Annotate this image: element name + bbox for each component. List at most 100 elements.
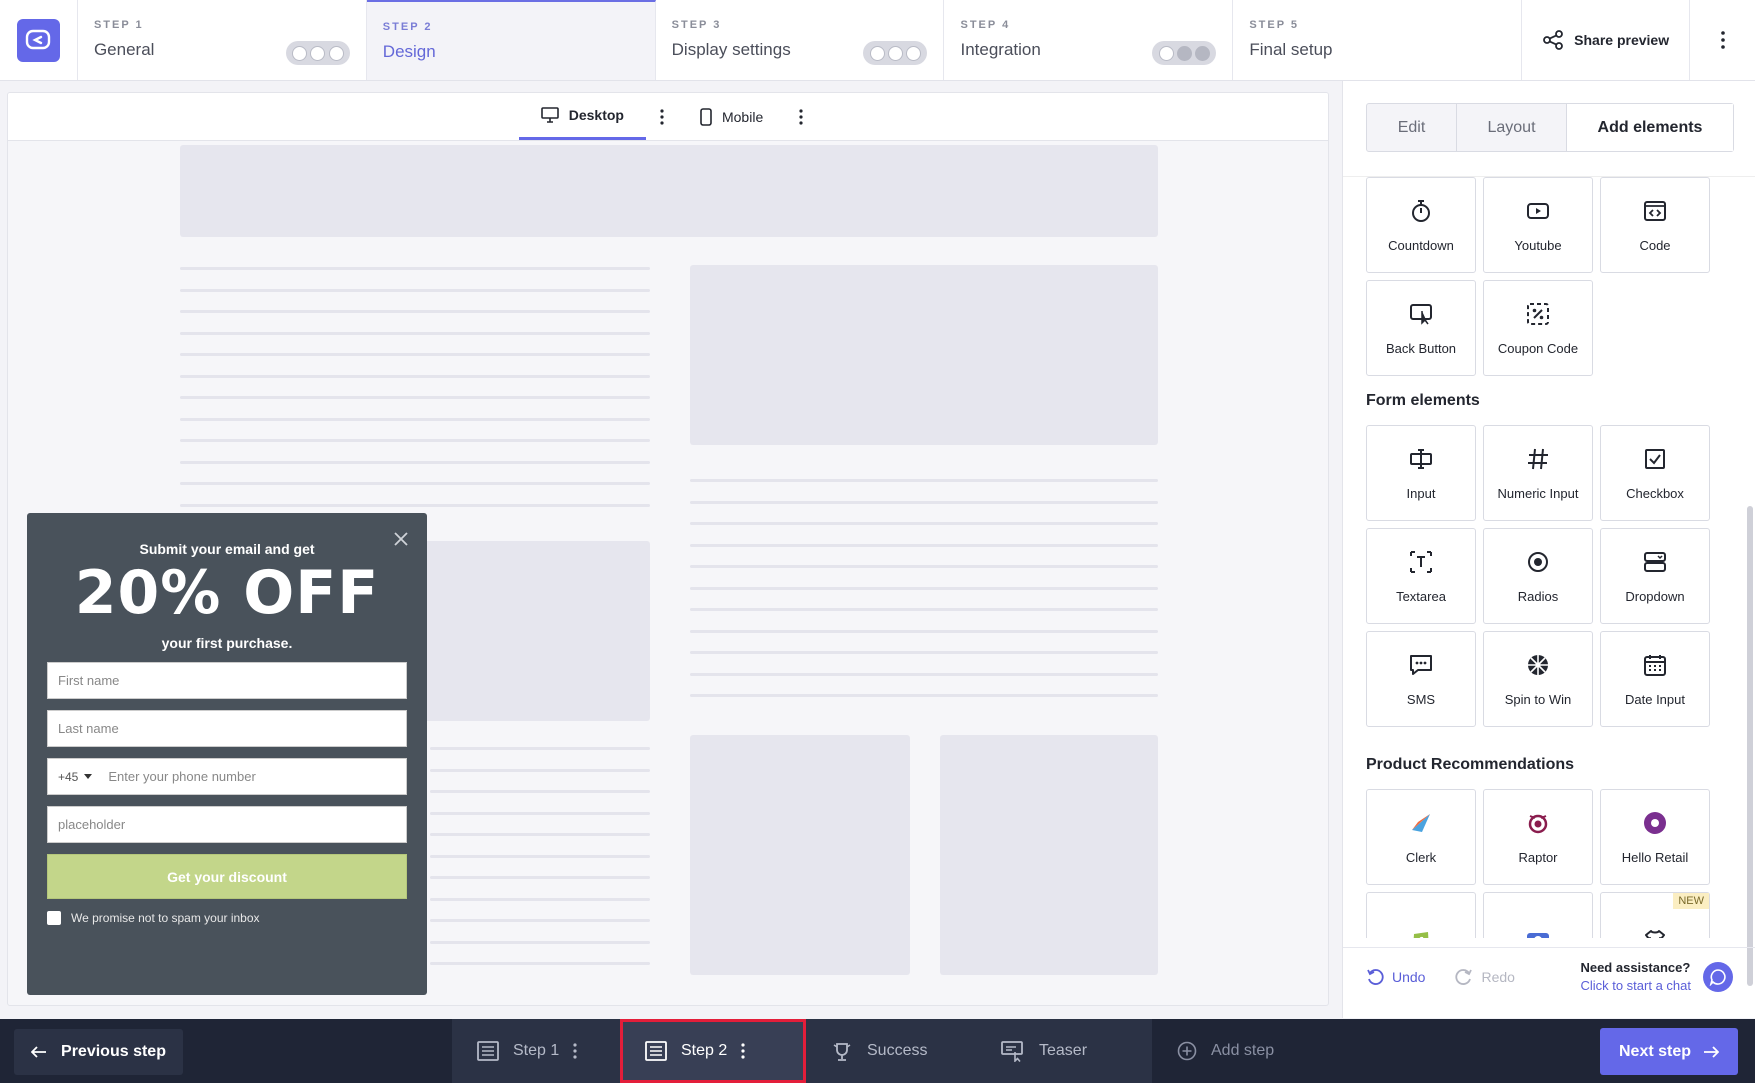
design-canvas[interactable]: Desktop Mobile Submit your email and get… <box>7 92 1329 1006</box>
step-tab-display-settings[interactable]: STEP 3 Display settings <box>656 0 945 80</box>
kebab-icon[interactable] <box>741 1043 745 1059</box>
element-coupon-code[interactable]: Coupon Code <box>1483 280 1593 376</box>
close-icon <box>394 532 408 546</box>
step-tab-final-setup[interactable]: STEP 5 Final setup <box>1233 0 1523 80</box>
shirt-icon <box>1645 930 1665 938</box>
add-step-button[interactable]: Add step <box>1152 1019 1332 1083</box>
form-elements-title: Form elements <box>1366 392 1480 409</box>
more-menu-button[interactable] <box>1690 0 1755 80</box>
tab-desktop-label: Desktop <box>568 107 624 123</box>
panel-scrollbar[interactable] <box>1747 506 1753 986</box>
placeholder-text-line <box>430 876 650 879</box>
step-tab-general[interactable]: STEP 1 General <box>78 0 367 80</box>
tab-edit[interactable]: Edit <box>1367 104 1457 151</box>
tab-layout[interactable]: Layout <box>1457 104 1567 151</box>
element-sms[interactable]: SMS <box>1366 631 1476 727</box>
element-label: Input <box>1406 485 1436 501</box>
element-back-button[interactable]: Back Button <box>1366 280 1476 376</box>
element-label: Coupon Code <box>1497 340 1579 356</box>
logo-cell[interactable] <box>0 0 78 80</box>
product-recommendations-title: Product Recommendations <box>1366 756 1575 773</box>
page-tab-step-1[interactable]: Step 1 <box>452 1019 620 1083</box>
tab-desktop[interactable]: Desktop <box>518 93 646 140</box>
share-preview-button[interactable]: Share preview <box>1522 0 1691 80</box>
youtube-icon <box>1527 202 1549 219</box>
assist-link[interactable]: Click to start a chat <box>1580 977 1691 995</box>
first-name-field[interactable]: First name <box>47 662 407 699</box>
arrow-left-icon <box>31 1046 47 1058</box>
kebab-icon[interactable] <box>573 1043 577 1059</box>
page-tab-teaser[interactable]: Teaser <box>976 1019 1152 1083</box>
element-new-product[interactable]: NEW <box>1600 892 1710 938</box>
step-number: STEP 1 <box>93 19 144 31</box>
element-clerk[interactable]: Clerk <box>1366 789 1476 885</box>
placeholder-text-line <box>690 629 1158 633</box>
element-code[interactable]: Code <box>1600 177 1710 273</box>
tab-add-elements[interactable]: Add elements <box>1567 104 1733 151</box>
plus-circle-icon <box>1177 1041 1197 1061</box>
undo-icon <box>1367 968 1384 985</box>
placeholder-text-line <box>690 608 1158 611</box>
last-name-placeholder: Last name <box>58 721 119 736</box>
undo-button[interactable]: Undo <box>1366 968 1425 986</box>
placeholder-text-line <box>430 940 650 944</box>
kebab-icon <box>799 108 803 125</box>
page-tab-step-2[interactable]: Step 2 <box>620 1019 806 1083</box>
step-number: STEP 4 <box>960 19 1011 31</box>
element-dropdown[interactable]: Dropdown <box>1600 528 1710 624</box>
assistance-text[interactable]: Need assistance? Click to start a chat <box>1580 959 1691 995</box>
element-shopify[interactable] <box>1366 892 1476 938</box>
desktop-options-button[interactable] <box>646 93 678 140</box>
element-numeric-input[interactable]: Numeric Input <box>1483 425 1593 521</box>
element-youtube[interactable]: Youtube <box>1483 177 1593 273</box>
popup-close-button[interactable] <box>393 531 409 552</box>
step-name: Design <box>382 42 436 61</box>
element-spin-to-win[interactable]: Spin to Win <box>1483 631 1593 727</box>
country-code-select[interactable]: +45 <box>58 770 93 784</box>
consent-checkbox[interactable] <box>47 911 61 925</box>
radio-icon <box>1528 551 1548 572</box>
popup-pre-heading: Submit your email and get <box>139 541 315 557</box>
element-checkbox[interactable]: Checkbox <box>1600 425 1710 521</box>
mobile-options-button[interactable] <box>785 93 817 140</box>
placeholder-image <box>690 735 910 975</box>
element-radios[interactable]: Radios <box>1483 528 1593 624</box>
first-name-placeholder: First name <box>58 673 120 688</box>
tab-mobile[interactable]: Mobile <box>678 93 785 140</box>
element-label: Raptor <box>1518 849 1558 865</box>
step-tab-design[interactable]: STEP 2 Design <box>366 0 656 80</box>
previous-step-button[interactable]: Previous step <box>14 1029 183 1075</box>
placeholder-image <box>690 265 1158 445</box>
last-name-field[interactable]: Last name <box>47 710 407 747</box>
input-icon <box>1410 448 1432 469</box>
trophy-icon <box>833 1043 851 1061</box>
page-tab-success[interactable]: Success <box>806 1019 976 1083</box>
element-date-input[interactable]: Date Input <box>1600 631 1710 727</box>
placeholder-text-line <box>180 331 650 335</box>
element-label: Spin to Win <box>1504 691 1572 707</box>
element-raptor[interactable]: Raptor <box>1483 789 1593 885</box>
element-countdown[interactable]: Countdown <box>1366 177 1476 273</box>
redo-button[interactable]: Redo <box>1455 968 1515 986</box>
custom-field[interactable]: placeholder <box>47 806 407 843</box>
app-logo-icon[interactable] <box>16 18 60 62</box>
elements-panel: Edit Layout Add elements Countdown Youtu… <box>1342 81 1755 1018</box>
undo-redo-bar: Undo Redo Need assistance? Click to star… <box>1343 947 1755 1005</box>
next-step-label: Next step <box>1618 1042 1692 1060</box>
element-textarea[interactable]: Textarea <box>1366 528 1476 624</box>
previous-step-label: Previous step <box>61 1043 166 1060</box>
element-input[interactable]: Input <box>1366 425 1476 521</box>
consent-checkbox-row[interactable]: We promise not to spam your inbox <box>47 911 407 925</box>
element-product-integration[interactable] <box>1483 892 1593 938</box>
element-label: Numeric Input <box>1497 485 1579 501</box>
signup-popup[interactable]: Submit your email and get 20% OFF your f… <box>27 513 427 995</box>
element-hello-retail[interactable]: Hello Retail <box>1600 789 1710 885</box>
redo-icon <box>1455 968 1473 985</box>
next-step-button[interactable]: Next step <box>1600 1028 1738 1075</box>
get-discount-button[interactable]: Get your discount <box>47 854 407 899</box>
chat-button[interactable] <box>1703 961 1733 992</box>
elements-scroll-area[interactable]: Countdown Youtube Code Back Button Coupo… <box>1343 176 1755 938</box>
phone-field[interactable]: +45 Enter your phone number <box>47 758 407 795</box>
step-tab-integration[interactable]: STEP 4 Integration <box>944 0 1234 80</box>
placeholder-text-line <box>690 651 1158 654</box>
